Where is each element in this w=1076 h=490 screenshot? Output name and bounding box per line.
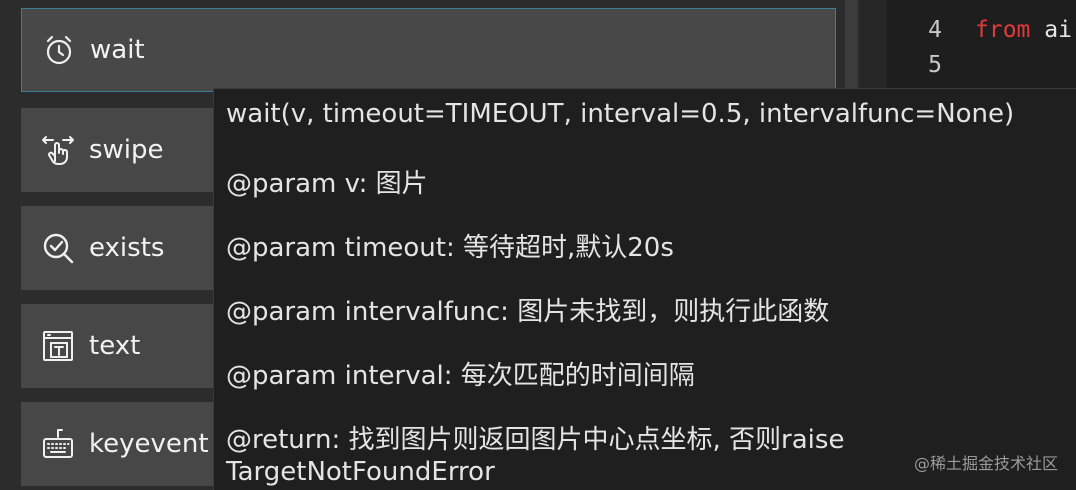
code-keyword: from [975,17,1031,43]
airtest-ide-window: wait swipe exists text keyevent 4 from a… [0,0,1076,490]
code-line[interactable]: from ai [975,17,1072,43]
watermark: @稀土掘金技术社区 [913,454,1058,473]
swipe-label: swipe [89,135,164,165]
wait-label: wait [90,35,145,65]
keyevent-label: keyevent [89,429,209,459]
return-doc-continued: TargetNotFoundError [226,457,495,487]
line-number: 5 [928,52,942,78]
text-box-icon [41,329,75,363]
return-doc: @return: 找到图片则返回图片中心点坐标, 否则raise [226,425,845,455]
panel-scrollbar-thumb[interactable] [845,0,857,90]
alarm-clock-icon [42,33,76,67]
param-intervalfunc-doc: @param intervalfunc: 图片未找到，则执行此函数 [226,297,830,327]
keyboard-icon [41,427,75,461]
line-number: 4 [928,17,942,43]
swipe-hand-icon [41,133,75,167]
wait-button[interactable]: wait [21,8,836,92]
exists-label: exists [89,233,165,263]
param-timeout-doc: @param timeout: 等待超时,默认20s [226,233,674,263]
signature-help-tooltip: wait(v, timeout=TIMEOUT, interval=0.5, i… [213,88,1076,490]
magnifier-check-icon [41,231,75,265]
param-v-doc: @param v: 图片 [226,169,428,199]
code-identifier: ai [1044,17,1072,43]
function-signature: wait(v, timeout=TIMEOUT, interval=0.5, i… [226,99,1015,129]
text-label: text [89,331,141,361]
param-interval-doc: @param interval: 每次匹配的时间间隔 [226,361,695,391]
